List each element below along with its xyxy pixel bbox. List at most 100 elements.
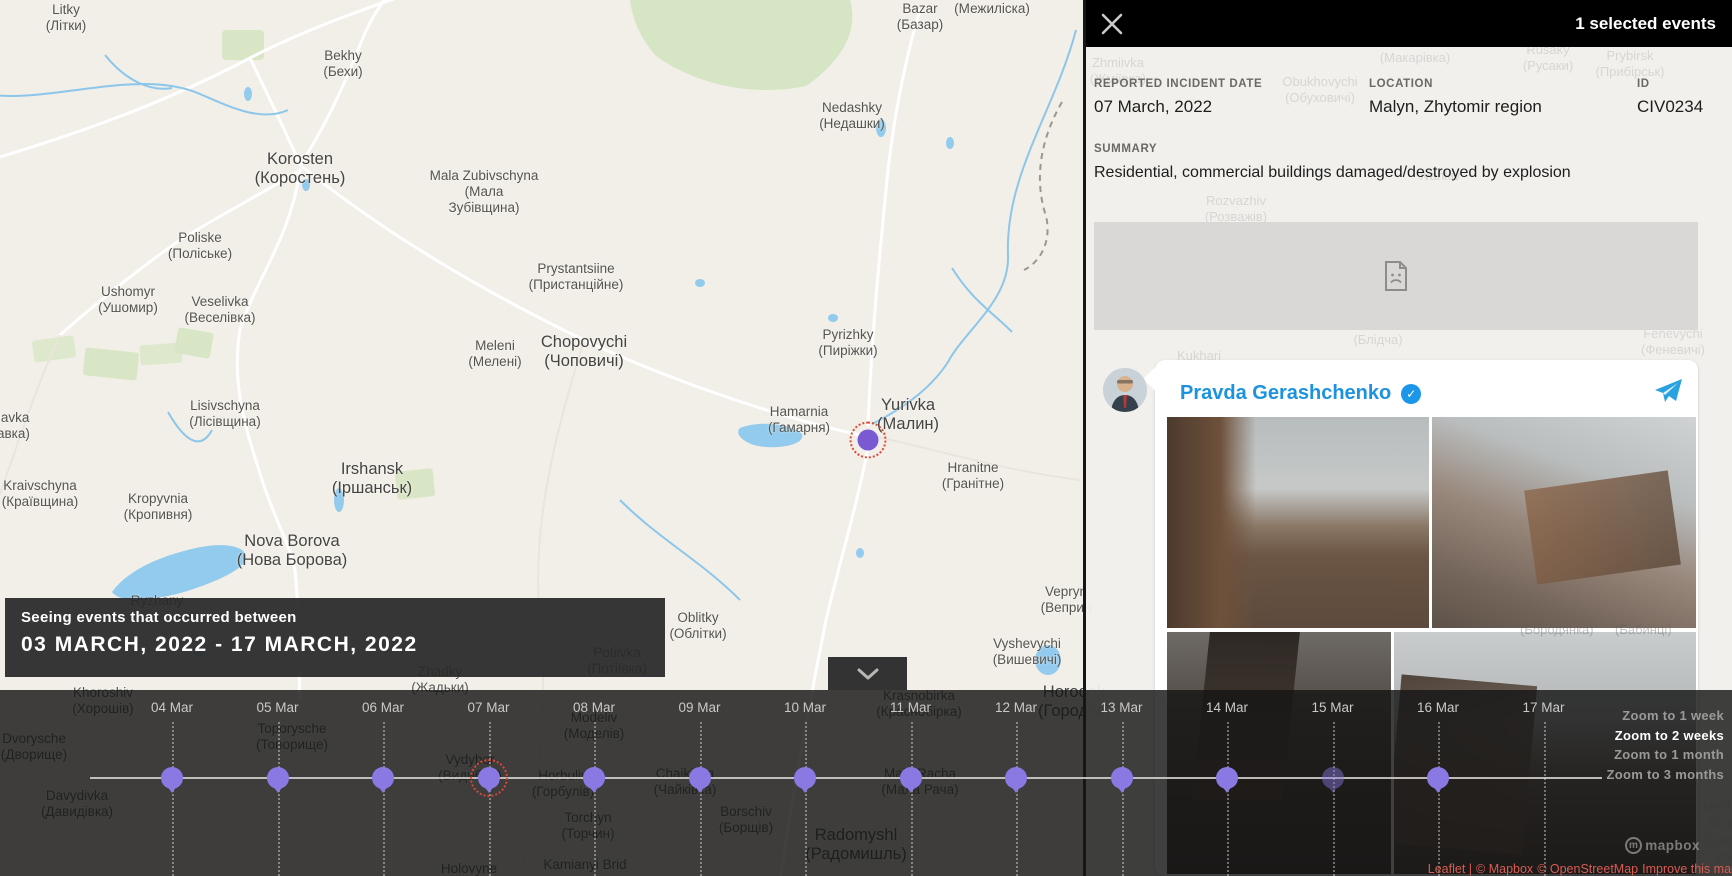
zoom-option[interactable]: Zoom to 2 weeks <box>1607 726 1724 746</box>
map-place-label: shavkaшавка) <box>0 410 30 442</box>
timeline-dotted-line <box>172 722 174 876</box>
field-value: Malyn, Zhytomir region <box>1369 97 1637 117</box>
mapbox-logo-icon: m <box>1625 837 1642 854</box>
attribution-link[interactable]: © OpenStreetMap <box>1537 862 1638 876</box>
map-place-label: Veselivka(Веселівка) <box>184 294 255 326</box>
timeline-date-label: 17 Mar <box>1522 700 1564 715</box>
attribution-link[interactable]: © Mapbox <box>1476 862 1533 876</box>
field-value: CIV0234 <box>1637 97 1703 117</box>
map-place-label: Korosten(Коростень) <box>255 150 346 189</box>
close-icon <box>1099 11 1125 37</box>
timeline-dotted-line <box>1438 722 1440 876</box>
map-place-label: (Макарівка) <box>1380 50 1450 66</box>
selected-events-count: 1 selected events <box>1575 14 1716 34</box>
event-field: ID CIV0234 <box>1637 78 1703 117</box>
timeline-event-dot[interactable] <box>1322 767 1344 789</box>
embed-photo[interactable] <box>1432 417 1696 628</box>
event-marker-malyn[interactable] <box>858 430 879 451</box>
timeline-dotted-line <box>700 722 702 876</box>
mapbox-logo-text: mapbox <box>1645 838 1700 853</box>
timeline-dotted-line <box>594 722 596 876</box>
timeline-date-label: 15 Mar <box>1311 700 1353 715</box>
event-field: LOCATION Malyn, Zhytomir region <box>1369 78 1637 117</box>
field-label: REPORTED INCIDENT DATE <box>1094 78 1369 90</box>
timeline-date-label: 05 Mar <box>256 700 298 715</box>
embed-author-link[interactable]: Pravda Gerashchenko <box>1180 382 1391 405</box>
timeline-event-dot[interactable] <box>1427 767 1449 789</box>
timeline-date-label: 14 Mar <box>1206 700 1248 715</box>
map-place-label: Prybirsk(Прибірськ) <box>1595 48 1664 79</box>
chevron-down-icon <box>857 668 879 680</box>
map-ghost-label: (Бабинці) <box>1615 622 1672 637</box>
map-place-label: Bekhy(Бехи) <box>323 48 362 80</box>
event-fields-row: REPORTED INCIDENT DATE 07 March, 2022LOCA… <box>1094 78 1703 117</box>
embed-title-row: Pravda Gerashchenko ✓ <box>1180 378 1684 409</box>
timeline-date-label: 10 Mar <box>784 700 826 715</box>
timeline-event-dot[interactable] <box>161 767 183 789</box>
timeline-event-dot[interactable] <box>267 767 289 789</box>
zoom-option[interactable]: Zoom to 1 week <box>1607 706 1724 726</box>
attribution-link[interactable]: Improve this map <box>1642 862 1732 876</box>
timeline-event-dot[interactable] <box>478 767 500 789</box>
summary-label: SUMMARY <box>1094 143 1694 155</box>
field-label: LOCATION <box>1369 78 1637 90</box>
map-place-label: Nova Borova(Нова Борова) <box>237 532 348 571</box>
zoom-option[interactable]: Zoom to 3 months <box>1607 765 1724 785</box>
map-place-label: Kraivschyna(Краївщина) <box>2 478 78 510</box>
map-place-label: Rozvazhiv(Розважів) <box>1205 193 1267 224</box>
map-place-label: Meleni(Мелені) <box>468 338 521 370</box>
embed-photo[interactable] <box>1167 417 1429 628</box>
timeline-date-label: 08 Mar <box>573 700 615 715</box>
timeline-event-dot[interactable] <box>689 767 711 789</box>
timeline-dotted-line <box>278 722 280 876</box>
timeline-date-label: 09 Mar <box>678 700 720 715</box>
broken-image-icon <box>1384 261 1408 291</box>
attribution-link[interactable]: Leaflet | <box>1428 862 1472 876</box>
timeline-date-label: 07 Mar <box>467 700 509 715</box>
timeline-event-dot[interactable] <box>372 767 394 789</box>
summary-block: SUMMARY Residential, commercial building… <box>1094 143 1694 182</box>
map-place-label: Poliske(Поліське) <box>168 230 232 262</box>
timeline-event-dot[interactable] <box>1111 767 1133 789</box>
map-place-label: Vyshevychi(Вишевичі) <box>993 636 1062 668</box>
mapbox-logo[interactable]: m mapbox <box>1625 837 1700 854</box>
tooltip-date-range: 03 MARCH, 2022 - 17 MARCH, 2022 <box>21 633 649 657</box>
telegram-plane-icon[interactable] <box>1654 378 1684 409</box>
close-panel-button[interactable] <box>1094 6 1130 42</box>
timeline-zoom-options: Zoom to 1 weekZoom to 2 weeksZoom to 1 m… <box>1607 706 1724 784</box>
timeline-dotted-line <box>911 722 913 876</box>
timeline-event-dot[interactable] <box>1005 767 1027 789</box>
map-place-label: Chopovychi(Чоповичі) <box>541 333 627 372</box>
tooltip-caption: Seeing events that occurred between <box>21 609 649 626</box>
timeline-dotted-line <box>383 722 385 876</box>
timeline-event-dot[interactable] <box>583 767 605 789</box>
event-field: REPORTED INCIDENT DATE 07 March, 2022 <box>1094 78 1369 117</box>
map-place-label: Oblitky(Облітки) <box>669 610 726 642</box>
collapse-timeline-button[interactable] <box>828 657 907 690</box>
map-place-label: Pyrizhky(Пиріжки) <box>818 327 877 359</box>
map-place-label: Bazar(Базар) <box>897 1 943 33</box>
timeline-date-label: 11 Mar <box>890 700 931 715</box>
map-place-label: Mala Zubivschyna(МалаЗубівщина) <box>430 168 539 216</box>
summary-text: Residential, commercial buildings damage… <box>1094 164 1694 182</box>
date-range-tooltip: Seeing events that occurred between 03 M… <box>5 598 665 677</box>
field-value: 07 March, 2022 <box>1094 97 1369 117</box>
timeline-date-label: 16 Mar <box>1417 700 1459 715</box>
media-placeholder <box>1094 222 1698 330</box>
timeline-event-dot[interactable] <box>1216 767 1238 789</box>
timeline-date-label: 13 Mar <box>1100 700 1142 715</box>
timeline-event-dot[interactable] <box>900 767 922 789</box>
map-place-label: Nedashky(Недашки) <box>819 100 885 132</box>
timeline-axis <box>90 777 1602 779</box>
map-place-label: Yurivka(Малин) <box>877 396 939 435</box>
field-label: ID <box>1637 78 1703 90</box>
panel-header: 1 selected events <box>1086 0 1732 47</box>
zoom-option[interactable]: Zoom to 1 month <box>1607 745 1724 765</box>
timeline-date-label: 12 Mar <box>995 700 1037 715</box>
timeline-bar[interactable]: 04 Mar05 Mar06 Mar07 Mar08 Mar09 Mar10 M… <box>0 690 1732 876</box>
map-place-label: Irshansk(Іршанськ) <box>332 460 412 499</box>
timeline-dotted-line <box>489 722 491 876</box>
timeline-event-dot[interactable] <box>794 767 816 789</box>
map-place-label: Prystantsiine(Пристанційне) <box>529 261 624 293</box>
map-place-label: Fenevychi(Феневичі) <box>1641 326 1705 357</box>
